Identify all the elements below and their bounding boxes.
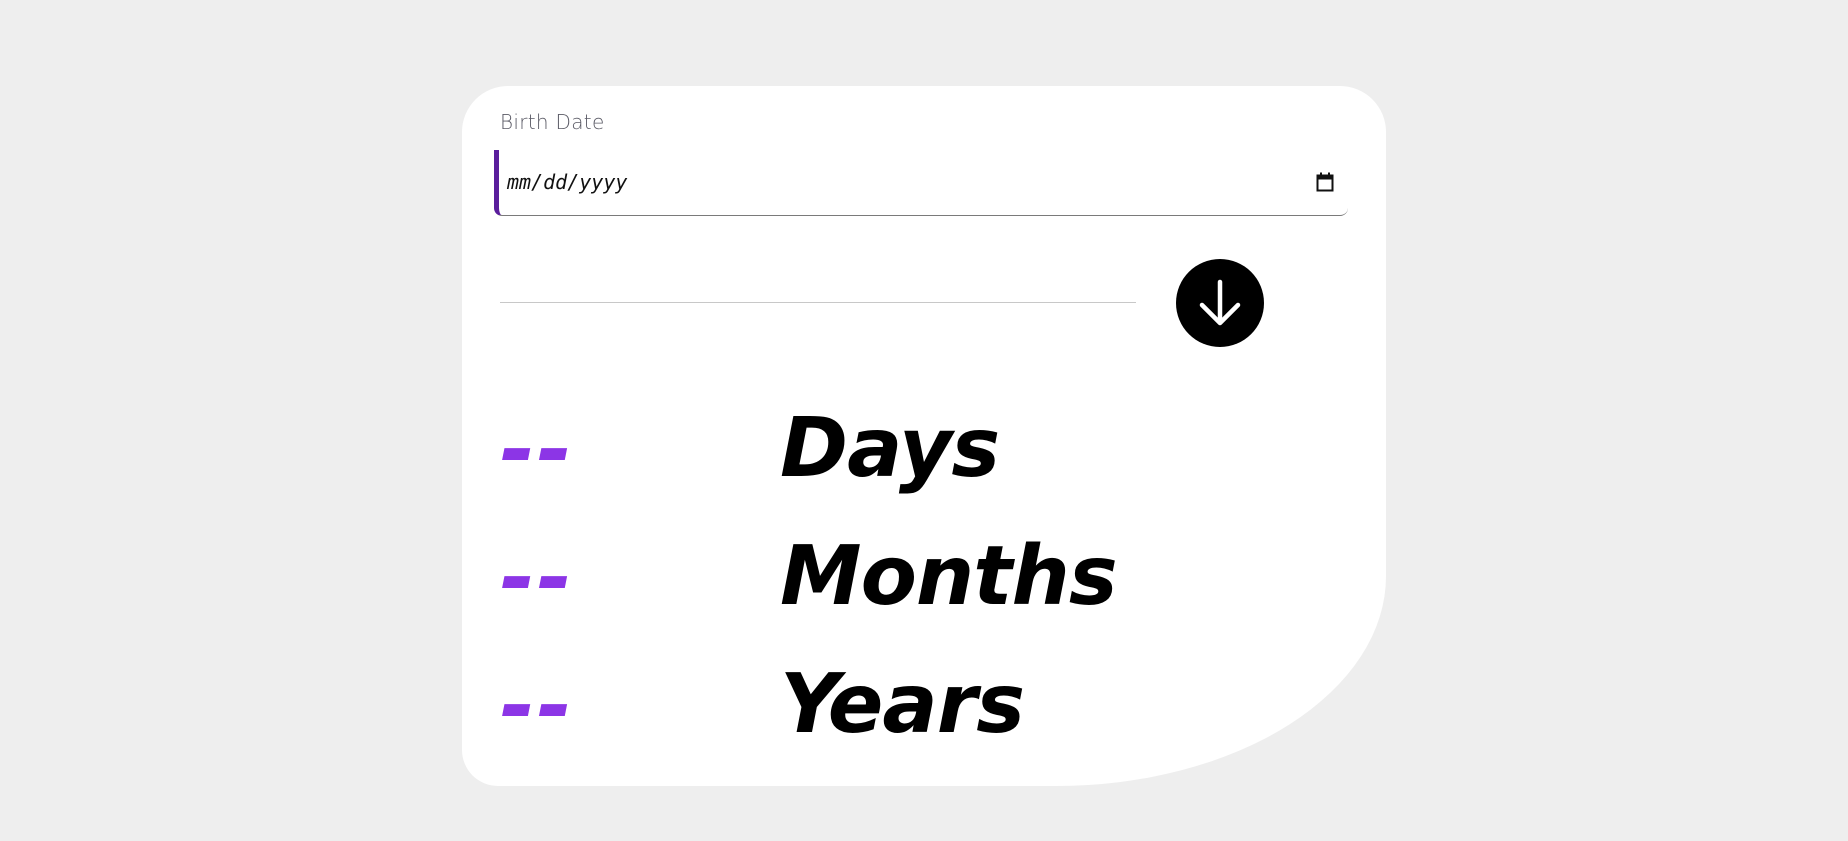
birth-date-input[interactable]: mm/dd/yyyy [494, 150, 1348, 216]
years-value: -- [500, 656, 574, 754]
days-value: -- [500, 400, 574, 498]
birth-date-placeholder: mm/dd/yyyy [507, 170, 628, 194]
calculate-button[interactable] [1176, 259, 1264, 347]
result-row-days: -- Days [500, 394, 1320, 504]
result-row-months: -- Months [500, 522, 1320, 632]
months-value: -- [500, 528, 574, 626]
divider [500, 302, 1136, 303]
birth-date-label: Birth Date [500, 110, 605, 134]
days-unit-label: Days [780, 401, 1000, 496]
arrow-down-icon [1199, 279, 1241, 326]
result-row-years: -- Years [500, 650, 1320, 760]
months-unit-label: Months [780, 529, 1118, 624]
years-unit-label: Years [780, 657, 1025, 752]
calendar-icon[interactable] [1316, 172, 1334, 192]
age-calculator-card: Birth Date mm/dd/yyyy -- Days -- Months … [462, 86, 1386, 786]
